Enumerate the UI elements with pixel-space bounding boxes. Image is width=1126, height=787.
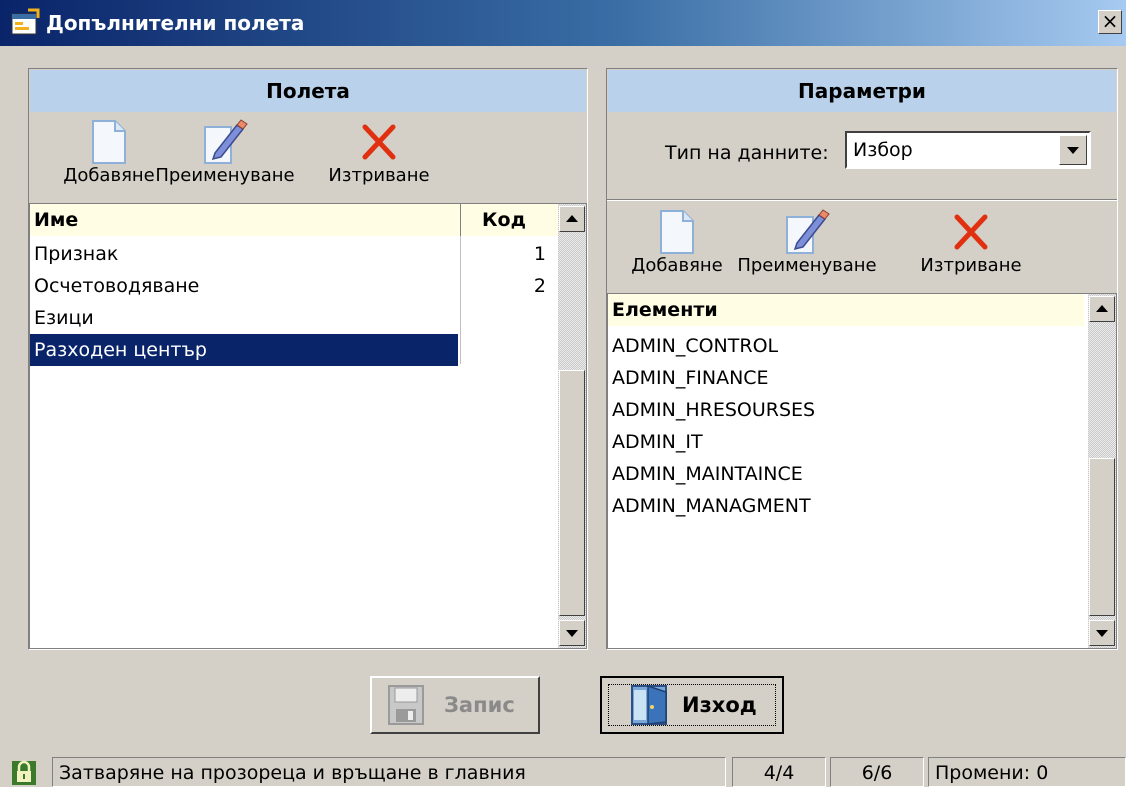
save-button[interactable]: Запис (370, 676, 540, 734)
list-item[interactable]: ADMIN_HRESOURSES (608, 394, 1078, 426)
exit-button-label: Изход (682, 693, 757, 717)
element-name: ADMIN_IT (612, 431, 703, 453)
list-item[interactable]: ADMIN_CONTROL (608, 330, 1078, 362)
status-records-text: 4/4 (763, 762, 795, 784)
list-item[interactable]: ADMIN_MAINTAINCE (608, 458, 1078, 490)
elements-list-header: Елементи (608, 294, 1084, 326)
table-row-selected[interactable]: Разходен център (30, 334, 458, 366)
params-panel: Параметри Тип на данните: Избор Добавяне… (606, 68, 1118, 650)
status-elements: 6/6 (830, 757, 924, 787)
fields-table: Име Код Признак 1 Осчетоводяване 2 Езици… (29, 203, 587, 649)
params-panel-header: Параметри (608, 70, 1116, 112)
floppy-disk-icon (388, 685, 424, 725)
save-button-label: Запис (444, 693, 515, 717)
status-changes-text: Промени: 0 (935, 762, 1049, 784)
column-header-name[interactable]: Име (34, 204, 78, 236)
status-message: Затваряне на прозореца и връщане в главн… (52, 757, 726, 787)
row-name: Разходен център (34, 339, 207, 361)
list-item[interactable]: ADMIN_FINANCE (608, 362, 1078, 394)
rename-element-label: Преименуване (737, 255, 877, 276)
window-icon (11, 8, 40, 35)
data-type-label: Тип на данните: (665, 142, 829, 164)
delete-field-label: Изтриване (328, 165, 430, 186)
column-divider (460, 204, 461, 236)
row-name: Осчетоводяване (34, 275, 200, 297)
data-type-value: Избор (853, 139, 913, 161)
scroll-thumb[interactable] (1089, 458, 1115, 616)
exit-door-icon (631, 684, 667, 725)
fields-table-header: Име Код (30, 204, 560, 236)
element-name: ADMIN_CONTROL (612, 335, 779, 357)
scroll-down-button[interactable] (559, 620, 585, 646)
list-item[interactable]: ADMIN_IT (608, 426, 1078, 458)
window-title: Допълнителни полета (46, 11, 305, 35)
fields-panel: Полета Добавяне Преименуване Изтриване И… (28, 68, 588, 650)
elements-list: Елементи ADMIN_CONTROL ADMIN_FINANCE ADM… (607, 293, 1117, 649)
exit-button[interactable]: Изход (600, 676, 784, 734)
table-row[interactable]: Езици (30, 302, 550, 334)
close-button[interactable]: × (1098, 10, 1122, 34)
rename-field-button[interactable]: Преименуване (155, 119, 295, 187)
elements-scrollbar[interactable] (1088, 294, 1116, 648)
delete-element-button[interactable]: Изтриване (901, 209, 1041, 277)
element-name: ADMIN_HRESOURSES (612, 399, 816, 421)
add-element-button[interactable]: Добавяне (607, 209, 747, 277)
arrow-down-icon (1067, 147, 1079, 154)
rename-field-label: Преименуване (155, 165, 295, 186)
rename-element-button[interactable]: Преименуване (737, 209, 877, 277)
element-name: ADMIN_MANAGMENT (612, 495, 811, 517)
red-x-icon (954, 214, 988, 250)
element-name: ADMIN_FINANCE (612, 367, 769, 389)
status-elements-text: 6/6 (861, 762, 893, 784)
new-document-icon (92, 120, 126, 164)
list-item[interactable]: ADMIN_MANAGMENT (608, 490, 1078, 522)
arrow-down-icon (1096, 630, 1108, 637)
column-header-code[interactable]: Код (482, 204, 526, 236)
data-type-select[interactable]: Избор (845, 131, 1091, 169)
pencil-edit-icon (786, 209, 830, 254)
scroll-up-button[interactable] (1089, 296, 1115, 322)
padlock-icon (12, 760, 36, 785)
red-x-icon (362, 124, 396, 160)
status-message-text: Затваряне на прозореца и връщане в главн… (59, 762, 526, 784)
row-code: 1 (533, 243, 546, 265)
row-name: Езици (34, 307, 94, 329)
table-row[interactable]: Признак 1 (30, 238, 550, 270)
add-element-label: Добавяне (631, 255, 723, 276)
arrow-down-icon (566, 630, 578, 637)
scroll-thumb[interactable] (559, 370, 585, 616)
delete-field-button[interactable]: Изтриване (309, 119, 449, 187)
element-name: ADMIN_MAINTAINCE (612, 463, 803, 485)
arrow-up-icon (1096, 305, 1108, 312)
pencil-edit-icon (204, 119, 248, 164)
row-name: Признак (34, 243, 119, 265)
row-code: 2 (533, 275, 546, 297)
delete-element-label: Изтриване (920, 255, 1022, 276)
table-row[interactable]: Осчетоводяване 2 (30, 270, 550, 302)
arrow-up-icon (566, 215, 578, 222)
title-bar: Допълнителни полета × (0, 0, 1126, 46)
fields-scrollbar[interactable] (558, 204, 586, 648)
column-header-elements[interactable]: Елементи (612, 294, 718, 326)
params-divider (607, 199, 1117, 201)
dropdown-button[interactable] (1059, 135, 1087, 165)
fields-panel-header: Полета (30, 70, 586, 112)
status-changes: Промени: 0 (928, 757, 1126, 787)
scroll-up-button[interactable] (559, 206, 585, 232)
new-document-icon (660, 210, 694, 254)
scroll-down-button[interactable] (1089, 620, 1115, 646)
status-records: 4/4 (732, 757, 826, 787)
